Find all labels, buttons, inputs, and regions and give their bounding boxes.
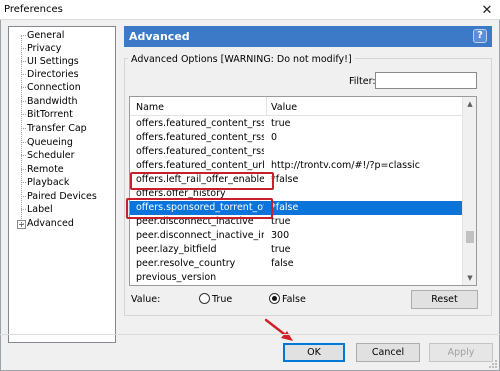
tree-item-label[interactable]: Label [21,203,53,216]
tree-item-bittorrent[interactable]: BitTorrent [21,108,73,121]
tree-item-remote[interactable]: Remote [21,163,64,176]
settings-list[interactable]: Name Value offers.featured_content_rss_r… [129,96,477,286]
tree-item-directories[interactable]: Directories [21,68,79,81]
category-tree[interactable]: General Privacy UI Settings Directories … [8,26,116,343]
row-value: false [271,258,294,269]
tree-item-playback[interactable]: Playback [20,176,69,189]
tree-item-ui-settings[interactable]: UI Settings [21,55,79,68]
row-value: *false [271,174,299,185]
row-name: previous_version [136,272,217,283]
row-name: peer.disconnect_inactive_inter... [136,230,264,241]
table-row[interactable]: offers.featured_content_url http://trontv… [130,159,463,173]
ok-button[interactable]: OK [283,343,345,362]
true-radio-label[interactable]: True [212,294,232,305]
row-name: peer.resolve_country [136,258,236,269]
tree-item-privacy[interactable]: Privacy [20,42,61,55]
tree-item-general[interactable]: General [20,29,64,42]
row-name: peer.lazy_bitfield [136,244,217,255]
tree-item-paired-devices[interactable]: Paired Devices [21,190,97,203]
row-name: offers.featured_content_rss_ra... [136,118,264,129]
false-radio[interactable] [269,293,280,304]
scroll-down-icon[interactable]: ▼ [463,271,476,285]
tree-item-connection[interactable]: Connection [21,81,81,94]
tree-expand-icon[interactable]: + [17,220,26,229]
table-row[interactable]: peer.lazy_bitfield true [130,243,463,257]
list-scrollbar[interactable]: ▲ ▼ [462,97,476,285]
red-arrow-icon [264,318,293,341]
close-icon[interactable]: ✕ [474,0,500,20]
true-radio[interactable] [199,293,210,304]
column-header-name[interactable]: Name [136,102,164,113]
table-row[interactable]: peer.resolve_country false [130,257,463,271]
window-title: Preferences [4,4,63,15]
highlight-box-left-rail [130,172,274,190]
footer-separator [0,334,500,335]
row-value: true [271,216,291,227]
column-separator[interactable] [266,97,267,116]
row-name: offers.featured_content_url [136,160,264,171]
group-title: Advanced Options [WARNING: Do not modify… [128,54,355,65]
row-value: *false [271,202,299,213]
reset-button[interactable]: Reset [411,290,478,309]
tree-item-bandwidth[interactable]: Bandwidth [21,95,78,108]
row-value: http://trontv.com/#!/?p=classic [271,160,420,171]
apply-button[interactable]: Apply [429,343,493,362]
filter-label: Filter: [349,76,376,87]
false-radio-label[interactable]: False [282,294,306,305]
tree-item-transfer-cap[interactable]: Transfer Cap [21,122,87,135]
table-row[interactable]: offers.featured_content_rss_up... 0 [130,131,463,145]
scroll-thumb[interactable] [466,231,474,243]
column-header-value[interactable]: Value [271,102,297,113]
row-value: 300 [271,230,290,241]
table-row[interactable]: peer.disconnect_inactive_inter... 300 [130,229,463,243]
row-value: true [271,118,291,129]
row-value: true [271,244,291,255]
resize-grip-icon[interactable] [488,359,498,369]
scroll-up-icon[interactable]: ▲ [463,97,476,111]
tree-guide-line [21,35,22,223]
tree-item-advanced[interactable]: Advanced [21,217,74,230]
row-name: offers.featured_content_rss_up... [136,132,264,143]
highlight-box-sponsored [126,198,273,219]
filter-input[interactable] [375,72,477,89]
value-label: Value: [131,294,161,305]
table-row[interactable]: offers.featured_content_rss_url [130,145,463,159]
table-row[interactable]: previous_version [130,271,463,285]
tree-item-scheduler[interactable]: Scheduler [21,149,75,162]
table-row[interactable]: offers.featured_content_rss_ra... true [130,117,463,131]
row-name: offers.featured_content_rss_url [136,146,264,157]
cancel-button[interactable]: Cancel [356,343,420,362]
help-icon[interactable]: ? [473,29,487,43]
title-bar: Preferences ✕ [0,0,500,20]
list-header: Name Value [130,97,463,116]
panel-title: Advanced [129,30,190,43]
row-value: 0 [271,132,278,143]
tree-item-queueing[interactable]: Queueing [21,136,73,149]
panel-header: Advanced ? [124,26,492,47]
